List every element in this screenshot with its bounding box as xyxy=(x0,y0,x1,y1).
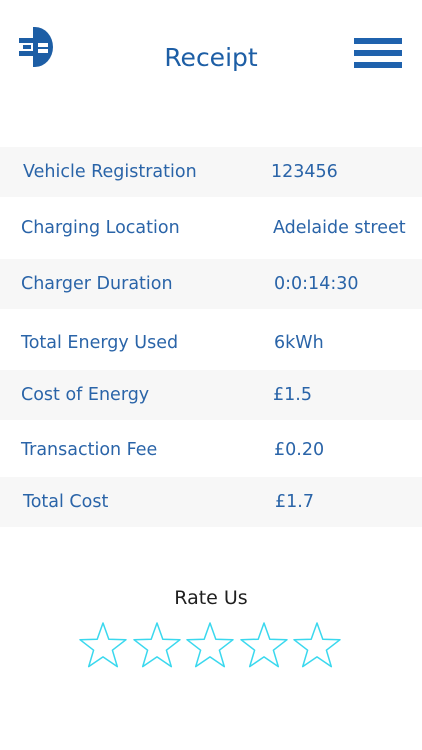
receipt-row-total-energy: Total Energy Used 6kWh xyxy=(0,318,422,368)
row-value: Adelaide street xyxy=(273,218,406,238)
star-icon-1[interactable] xyxy=(78,621,128,669)
row-label: Cost of Energy xyxy=(21,385,150,405)
rate-us-title: Rate Us xyxy=(174,587,248,609)
receipt-row-cost-of-energy: Cost of Energy £1.5 xyxy=(0,370,422,420)
menu-bar xyxy=(354,62,402,68)
receipt-row-vehicle-registration: Vehicle Registration 123456 xyxy=(0,147,422,197)
star-icon-3[interactable] xyxy=(185,621,235,669)
row-value: £0.20 xyxy=(274,440,325,460)
row-value: 123456 xyxy=(271,162,338,182)
star-icon-4[interactable] xyxy=(239,621,289,669)
menu-bar xyxy=(354,38,402,44)
receipt-row-charger-duration: Charger Duration 0:0:14:30 xyxy=(0,259,422,309)
row-label: Total Energy Used xyxy=(21,333,179,353)
row-value: £1.7 xyxy=(275,492,314,512)
menu-bar xyxy=(354,50,402,56)
row-value: 6kWh xyxy=(274,333,324,353)
receipt-row-charging-location: Charging Location Adelaide street xyxy=(0,203,422,253)
receipt-row-total-cost: Total Cost £1.7 xyxy=(0,477,422,527)
row-label: Charger Duration xyxy=(21,274,173,294)
star-icon-5[interactable] xyxy=(292,621,342,669)
row-label: Vehicle Registration xyxy=(23,162,197,182)
row-label: Total Cost xyxy=(23,492,109,512)
row-value: 0:0:14:30 xyxy=(274,274,359,294)
row-label: Transaction Fee xyxy=(21,440,158,460)
row-value: £1.5 xyxy=(273,385,312,405)
star-rating[interactable] xyxy=(78,621,344,671)
hamburger-menu-icon[interactable] xyxy=(354,38,402,68)
star-icon-2[interactable] xyxy=(132,621,182,669)
row-label: Charging Location xyxy=(21,218,180,238)
receipt-row-transaction-fee: Transaction Fee £0.20 xyxy=(0,425,422,475)
